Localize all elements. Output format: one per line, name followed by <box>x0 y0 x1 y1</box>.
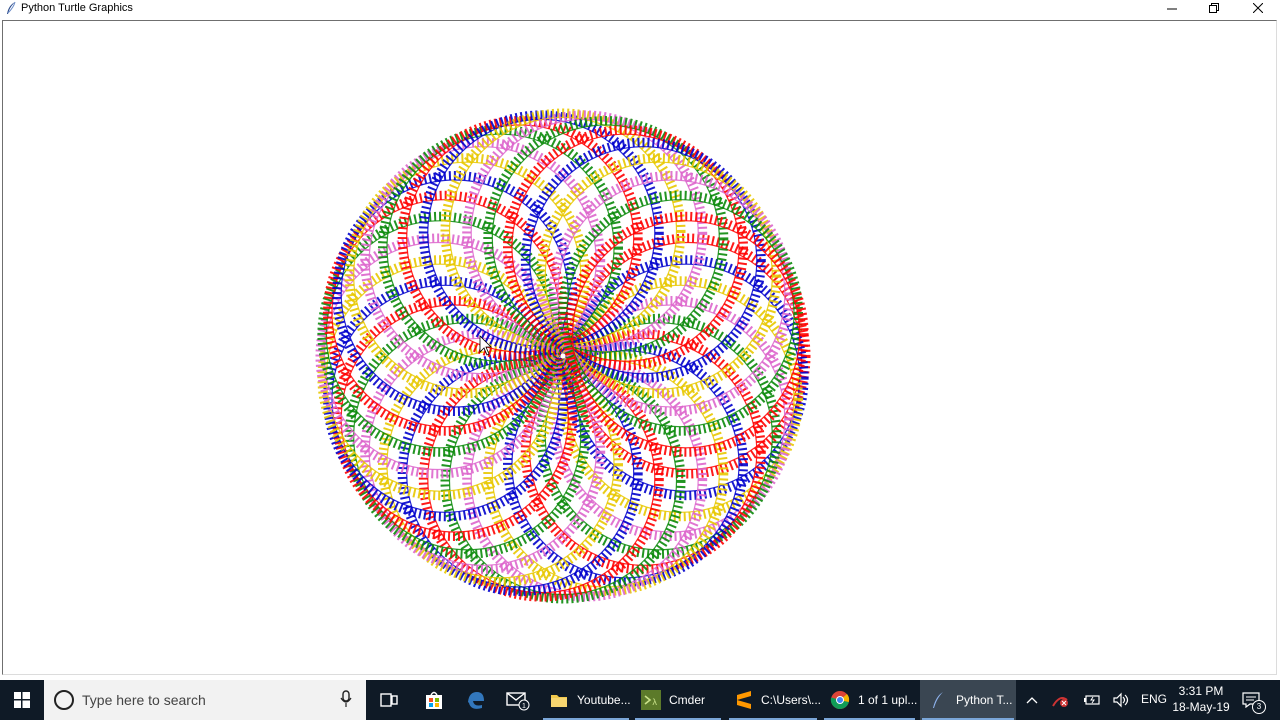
mail-icon: 1 <box>506 692 530 711</box>
start-button[interactable] <box>0 680 44 720</box>
edge-button[interactable] <box>456 680 496 720</box>
restore-icon <box>1209 3 1219 13</box>
turtle-ring-edge <box>491 359 720 588</box>
spirograph-pattern <box>315 108 811 604</box>
turtle-ring-edge <box>406 124 635 353</box>
notification-count-badge: 3 <box>1252 700 1266 714</box>
input-language-indicator[interactable]: ENG <box>1141 692 1167 706</box>
taskbar-app-label: Python T... <box>956 693 1013 707</box>
taskbar-clock[interactable]: 3:31 PM 18-May-19 <box>1170 683 1232 715</box>
taskbar-app-cmder[interactable]: λ Cmder <box>633 680 723 720</box>
taskbar: Type here to search 1 Youtube... λ Cmder… <box>0 680 1280 720</box>
tray-app-icon[interactable] <box>1049 680 1071 720</box>
taskbar-app-youtube[interactable]: Youtube... <box>541 680 631 720</box>
volume-button[interactable] <box>1110 680 1132 720</box>
taskbar-search-box[interactable]: Type here to search <box>44 680 366 720</box>
cortana-icon <box>54 690 74 710</box>
search-placeholder: Type here to search <box>82 692 206 708</box>
cmder-icon: λ <box>641 690 661 710</box>
battery-button[interactable] <box>1081 680 1103 720</box>
chrome-icon <box>830 690 850 710</box>
taskbar-app-label: Cmder <box>669 693 706 707</box>
mail-button[interactable]: 1 <box>498 680 538 720</box>
python-turtle-icon <box>928 690 948 710</box>
window-title: Python Turtle Graphics <box>21 2 133 14</box>
taskbar-app-label: 1 of 1 upl... <box>858 693 918 707</box>
store-button[interactable] <box>414 680 454 720</box>
svg-text:1: 1 <box>522 703 526 710</box>
turtle-drawing <box>315 108 811 604</box>
show-hidden-icons-button[interactable] <box>1021 680 1043 720</box>
turtle-ring-edge <box>448 116 678 346</box>
folder-icon <box>549 690 569 710</box>
turtle-ring-edge <box>573 241 803 471</box>
turtle-ring-edge <box>323 241 553 471</box>
microphone-icon[interactable] <box>340 690 352 708</box>
sublime-icon <box>735 690 753 710</box>
turtle-ring-edge <box>331 284 560 513</box>
chevron-up-icon <box>1026 697 1038 704</box>
store-bag-icon <box>426 691 442 709</box>
battery-charging-icon <box>1084 695 1100 705</box>
close-icon <box>1253 3 1263 13</box>
clock-date: 18-May-19 <box>1172 700 1230 714</box>
taskbar-app-label: Youtube... <box>577 693 631 707</box>
taskbar-app-chrome[interactable]: 1 of 1 upl... <box>822 680 917 720</box>
speaker-icon <box>1113 692 1129 708</box>
python-feather-icon <box>7 1 16 14</box>
minimize-icon <box>1167 8 1177 10</box>
windows-logo-icon <box>14 692 30 708</box>
task-view-button[interactable] <box>369 680 409 720</box>
close-button[interactable] <box>1236 0 1280 16</box>
turtle-canvas-area[interactable] <box>0 16 1280 680</box>
minimize-button[interactable] <box>1150 0 1194 16</box>
taskbar-app-label: C:\Users\... <box>761 693 822 707</box>
window-titlebar[interactable]: Python Turtle Graphics <box>0 0 1280 16</box>
edge-browser-icon <box>468 692 484 709</box>
tray-warning-icon <box>1052 697 1068 707</box>
taskbar-app-sublime[interactable]: C:\Users\... <box>727 680 822 720</box>
taskbar-app-python-turtle[interactable]: Python T... <box>920 680 1016 720</box>
restore-button[interactable] <box>1192 0 1236 16</box>
turtle-ring-edge <box>448 366 678 596</box>
task-view-icon <box>380 693 398 707</box>
clock-time: 3:31 PM <box>1178 684 1224 698</box>
svg-text:λ: λ <box>652 698 657 708</box>
